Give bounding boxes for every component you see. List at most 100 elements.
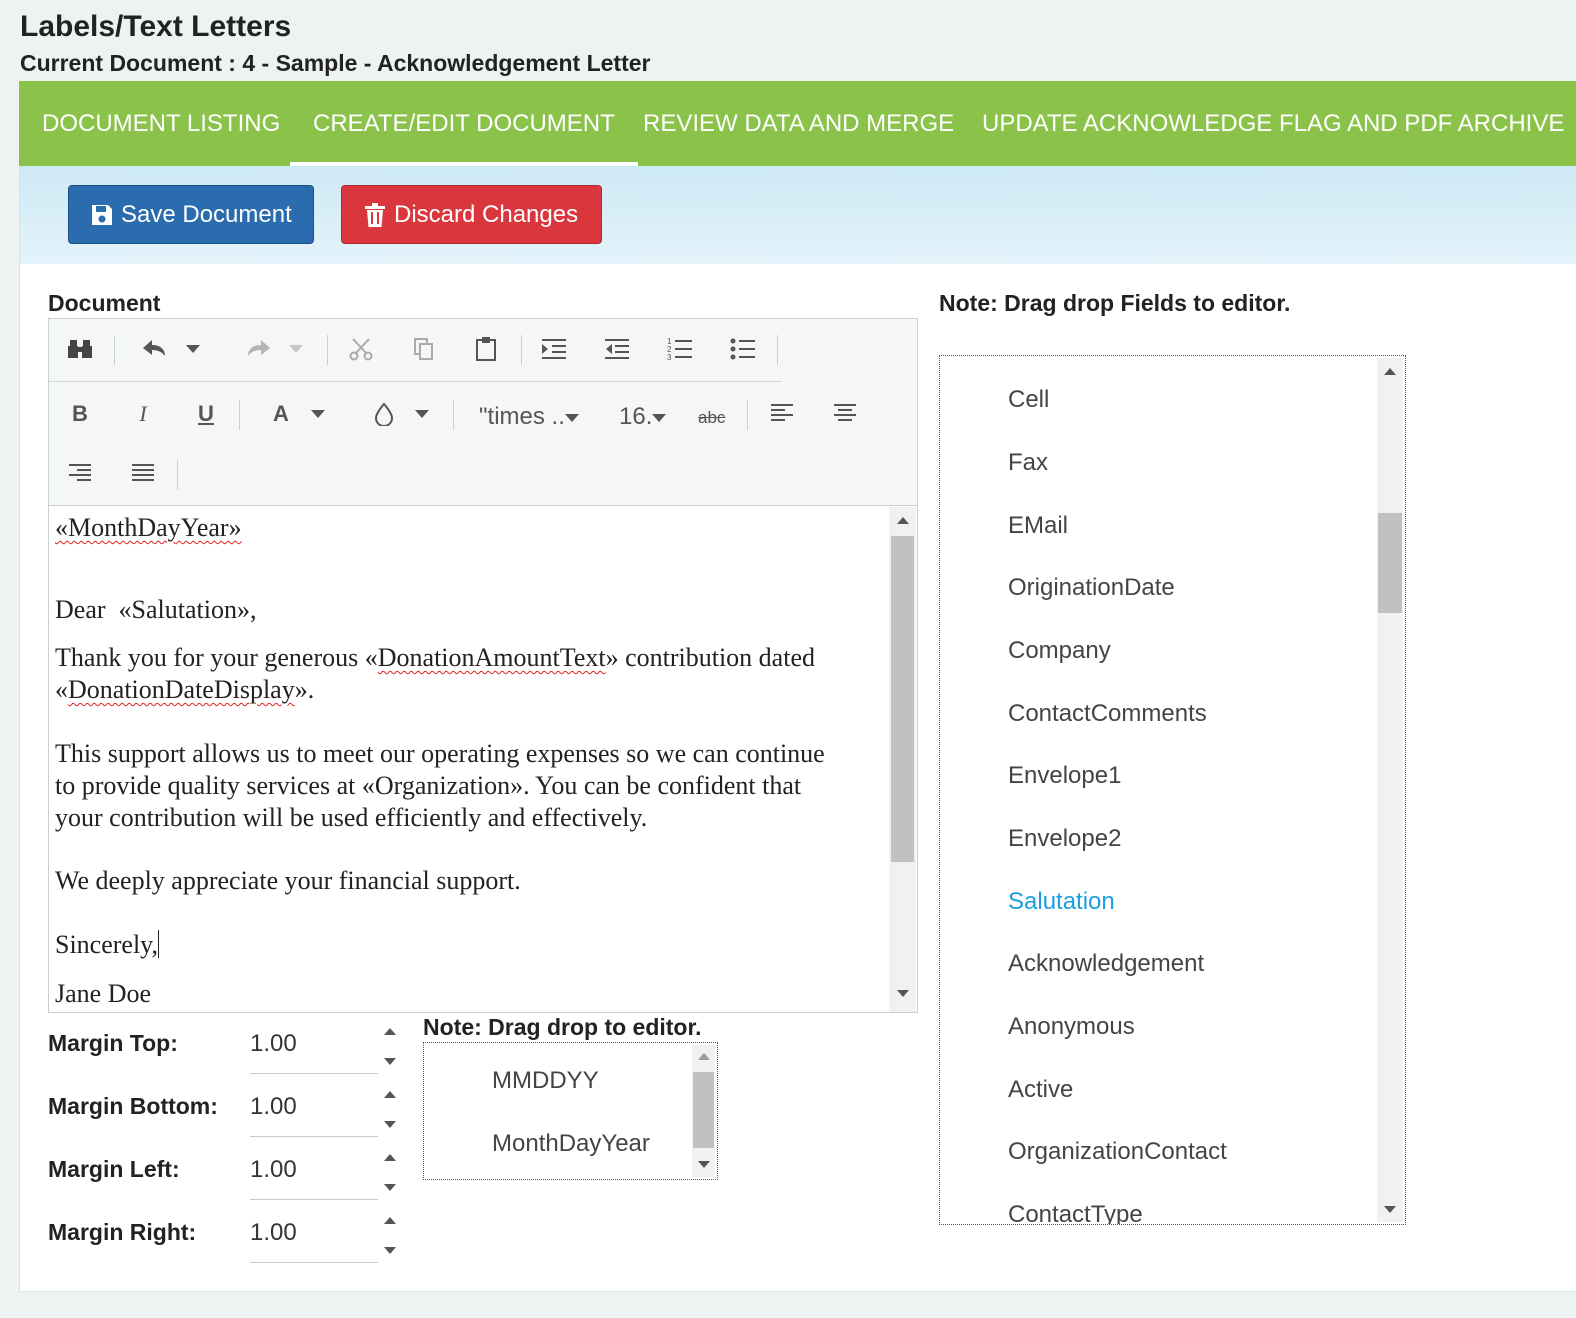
- discard-changes-button[interactable]: Discard Changes: [341, 185, 602, 244]
- tab-document-listing[interactable]: DOCUMENT LISTING: [42, 81, 280, 166]
- italic-icon[interactable]: I: [128, 399, 158, 429]
- redo-dropdown-caret[interactable]: [289, 345, 303, 353]
- field-item[interactable]: OriginationDate: [1008, 574, 1175, 602]
- indent-icon[interactable]: [539, 334, 569, 364]
- margin-bottom-row: Margin Bottom: 1.00: [48, 1079, 408, 1141]
- field-item[interactable]: Anonymous: [1008, 1013, 1135, 1041]
- tab-create-edit-document[interactable]: CREATE/EDIT DOCUMENT: [290, 81, 638, 166]
- date-list-scrollbar[interactable]: [692, 1045, 715, 1177]
- p1-text-a: Thank you for your generous «: [55, 643, 378, 672]
- margin-bottom-increment[interactable]: [384, 1091, 396, 1098]
- field-item[interactable]: OrganizationContact: [1008, 1138, 1227, 1166]
- action-bar: Save Document Discard Changes: [20, 166, 1576, 264]
- paragraph-2-line-3: your contribution will be used efficient…: [55, 803, 648, 832]
- date-list-scroll-up-arrow[interactable]: [698, 1053, 710, 1060]
- fields-scroll-down-arrow[interactable]: [1384, 1206, 1396, 1213]
- strikethrough-icon[interactable]: abc: [698, 408, 725, 428]
- field-item[interactable]: Envelope1: [1008, 762, 1121, 790]
- paragraph-2-line-1: This support allows us to meet our opera…: [55, 739, 825, 768]
- font-size-caret[interactable]: [652, 414, 666, 422]
- field-item[interactable]: ContactType: [1008, 1201, 1143, 1224]
- field-item[interactable]: Acknowledgement: [1008, 950, 1204, 978]
- font-name-select[interactable]: "times ..: [479, 403, 565, 431]
- margin-bottom-decrement[interactable]: [384, 1121, 396, 1128]
- p1-text-c: «: [55, 675, 68, 704]
- cut-icon[interactable]: [346, 334, 376, 364]
- bold-icon[interactable]: B: [65, 399, 95, 429]
- field-item[interactable]: Envelope2: [1008, 825, 1121, 853]
- font-color-icon[interactable]: A: [266, 399, 296, 429]
- field-item-selected[interactable]: Salutation: [1008, 888, 1115, 916]
- margin-top-increment[interactable]: [384, 1028, 396, 1035]
- align-center-icon[interactable]: [830, 399, 860, 429]
- dear-text: Dear: [55, 595, 106, 624]
- closing-line: Sincerely,: [55, 929, 159, 961]
- field-item[interactable]: Active: [1008, 1076, 1073, 1104]
- font-name-caret[interactable]: [565, 414, 579, 422]
- margin-left-decrement[interactable]: [384, 1184, 396, 1191]
- margin-top-row: Margin Top: 1.00: [48, 1016, 408, 1078]
- field-item[interactable]: Company: [1008, 637, 1111, 665]
- font-color-caret[interactable]: [311, 410, 325, 418]
- margin-left-label: Margin Left:: [48, 1156, 180, 1182]
- fields-scroll-up-arrow[interactable]: [1384, 368, 1396, 375]
- margin-top-decrement[interactable]: [384, 1058, 396, 1065]
- margin-left-increment[interactable]: [384, 1154, 396, 1161]
- signature-line: Jane Doe: [55, 979, 152, 1008]
- copy-icon[interactable]: [409, 334, 439, 364]
- fields-list-scrollbar[interactable]: [1377, 358, 1403, 1222]
- margin-top-label: Margin Top:: [48, 1030, 178, 1056]
- date-field-item[interactable]: MonthDayYear: [492, 1130, 650, 1158]
- editor-toolbar: 123 B I U A "times .. 16. abc: [49, 319, 917, 506]
- field-item[interactable]: EMail: [1008, 512, 1068, 540]
- editor-scrollbar[interactable]: [889, 507, 916, 1012]
- highlight-color-icon[interactable]: [369, 399, 399, 429]
- editor-scroll-down-arrow[interactable]: [897, 990, 909, 997]
- month-day-year-field: «MonthDayYear»: [55, 513, 242, 542]
- underline-icon[interactable]: U: [191, 399, 221, 429]
- tab-review-data-and-merge[interactable]: REVIEW DATA AND MERGE: [643, 81, 954, 166]
- save-document-button[interactable]: Save Document: [68, 185, 314, 244]
- field-item[interactable]: Fax: [1008, 449, 1048, 477]
- outdent-icon[interactable]: [602, 334, 632, 364]
- margin-right-increment[interactable]: [384, 1217, 396, 1224]
- p1-text-b: » contribution dated: [605, 643, 815, 672]
- align-left-icon[interactable]: [767, 399, 797, 429]
- salutation-field: «Salutation»,: [118, 595, 257, 624]
- discard-changes-label: Discard Changes: [394, 200, 579, 228]
- current-document-label: Current Document : 4 - Sample - Acknowle…: [20, 50, 651, 76]
- field-item[interactable]: Cell: [1008, 386, 1049, 414]
- date-list-scroll-thumb[interactable]: [693, 1072, 714, 1148]
- tab-bar: DOCUMENT LISTING CREATE/EDIT DOCUMENT RE…: [19, 81, 1576, 166]
- trash-icon: [365, 202, 385, 227]
- tab-update-acknowledge-flag[interactable]: UPDATE ACKNOWLEDGE FLAG AND PDF ARCHIVE: [982, 81, 1564, 166]
- paragraph-1-line-2: «DonationDateDisplay».: [55, 674, 314, 706]
- redo-icon[interactable]: [244, 334, 274, 364]
- margin-right-input[interactable]: 1.00: [250, 1205, 378, 1263]
- margin-right-decrement[interactable]: [384, 1247, 396, 1254]
- justify-icon[interactable]: [128, 459, 158, 489]
- margin-left-input[interactable]: 1.00: [250, 1142, 378, 1200]
- save-document-label: Save Document: [121, 200, 292, 228]
- editor-scroll-thumb[interactable]: [891, 536, 914, 862]
- bullet-list-icon[interactable]: [728, 334, 758, 364]
- highlight-color-caret[interactable]: [415, 410, 429, 418]
- date-field-item[interactable]: MMDDYY: [492, 1067, 599, 1095]
- numbered-list-icon[interactable]: 123: [665, 334, 695, 364]
- font-size-select[interactable]: 16.: [619, 403, 652, 431]
- undo-dropdown-caret[interactable]: [186, 345, 200, 353]
- undo-icon[interactable]: [139, 334, 169, 364]
- find-binoculars-icon[interactable]: [65, 334, 95, 364]
- align-right-icon[interactable]: [65, 459, 95, 489]
- margin-right-label: Margin Right:: [48, 1219, 197, 1245]
- donation-date-field: DonationDateDisplay: [68, 675, 295, 704]
- paste-icon[interactable]: [471, 334, 501, 364]
- fields-scroll-thumb[interactable]: [1378, 513, 1402, 613]
- editor-scroll-up-arrow[interactable]: [897, 517, 909, 524]
- margin-top-input[interactable]: 1.00: [250, 1016, 378, 1074]
- margin-bottom-input[interactable]: 1.00: [250, 1079, 378, 1137]
- field-item[interactable]: ContactComments: [1008, 700, 1207, 728]
- paragraph-3: We deeply appreciate your financial supp…: [55, 866, 521, 895]
- date-list-scroll-down-arrow[interactable]: [698, 1161, 710, 1168]
- date-fields-note: Note: Drag drop to editor.: [423, 1014, 702, 1040]
